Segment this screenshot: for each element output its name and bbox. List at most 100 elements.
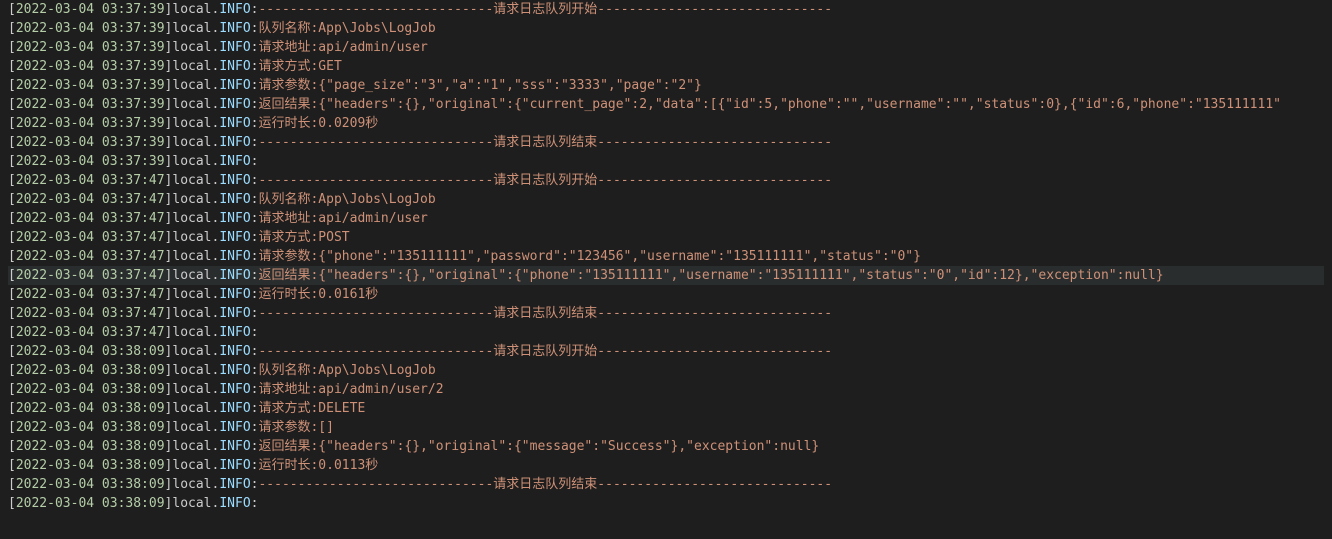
timestamp: 2022-03-04 03:37:47: [16, 228, 165, 247]
channel: local: [172, 323, 211, 342]
log-level: INFO: [219, 418, 250, 437]
bracket-close: ]: [165, 171, 173, 190]
dot-separator: .: [212, 380, 220, 399]
log-line[interactable]: [2022-03-04 03:37:39] local.INFO: 返回结果:{…: [8, 95, 1324, 114]
log-message: 队列名称:App\Jobs\LogJob: [258, 190, 435, 209]
colon-separator: :: [251, 304, 259, 323]
log-line[interactable]: [2022-03-04 03:38:09] local.INFO: 请求参数:[…: [8, 418, 1324, 437]
channel: local: [172, 304, 211, 323]
log-line[interactable]: [2022-03-04 03:37:47] local.INFO: 请求参数:{…: [8, 247, 1324, 266]
bracket-close: ]: [165, 133, 173, 152]
log-line[interactable]: [2022-03-04 03:37:39] local.INFO:: [8, 152, 1324, 171]
timestamp: 2022-03-04 03:37:47: [16, 266, 165, 285]
bracket-open: [: [8, 114, 16, 133]
log-message: 队列名称:App\Jobs\LogJob: [258, 361, 435, 380]
log-line[interactable]: [2022-03-04 03:38:09] local.INFO: 请求方式:D…: [8, 399, 1324, 418]
log-level: INFO: [219, 95, 250, 114]
log-line[interactable]: [2022-03-04 03:37:39] local.INFO: 队列名称:A…: [8, 19, 1324, 38]
channel: local: [172, 399, 211, 418]
bracket-open: [: [8, 456, 16, 475]
bracket-open: [: [8, 418, 16, 437]
dot-separator: .: [212, 399, 220, 418]
log-line[interactable]: [2022-03-04 03:38:09] local.INFO:: [8, 494, 1324, 513]
log-line[interactable]: [2022-03-04 03:38:09] local.INFO: 队列名称:A…: [8, 361, 1324, 380]
log-message: ------------------------------请求日志队列开始--…: [258, 342, 832, 361]
channel: local: [172, 361, 211, 380]
colon-separator: :: [251, 171, 259, 190]
log-level: INFO: [219, 323, 250, 342]
colon-separator: :: [251, 38, 259, 57]
log-level: INFO: [219, 247, 250, 266]
log-line[interactable]: [2022-03-04 03:37:39] local.INFO: ------…: [8, 133, 1324, 152]
dot-separator: .: [212, 0, 220, 19]
log-line[interactable]: [2022-03-04 03:37:39] local.INFO: 请求方式:G…: [8, 57, 1324, 76]
timestamp: 2022-03-04 03:37:39: [16, 133, 165, 152]
log-line[interactable]: [2022-03-04 03:37:47] local.INFO: 返回结果:{…: [8, 266, 1324, 285]
log-line[interactable]: [2022-03-04 03:38:09] local.INFO: 返回结果:{…: [8, 437, 1324, 456]
timestamp: 2022-03-04 03:38:09: [16, 361, 165, 380]
log-message: 返回结果:{"headers":{},"original":{"phone":"…: [258, 266, 1163, 285]
log-level: INFO: [219, 475, 250, 494]
log-line[interactable]: [2022-03-04 03:38:09] local.INFO: 请求地址:a…: [8, 380, 1324, 399]
log-level: INFO: [219, 399, 250, 418]
log-line[interactable]: [2022-03-04 03:37:39] local.INFO: 请求地址:a…: [8, 38, 1324, 57]
log-line[interactable]: [2022-03-04 03:38:09] local.INFO: ------…: [8, 342, 1324, 361]
log-line[interactable]: [2022-03-04 03:37:47] local.INFO: 运行时长:0…: [8, 285, 1324, 304]
log-line[interactable]: [2022-03-04 03:38:09] local.INFO: 运行时长:0…: [8, 456, 1324, 475]
channel: local: [172, 95, 211, 114]
bracket-open: [: [8, 133, 16, 152]
colon-separator: :: [251, 133, 259, 152]
colon-separator: :: [251, 342, 259, 361]
channel: local: [172, 266, 211, 285]
bracket-close: ]: [165, 342, 173, 361]
colon-separator: :: [251, 209, 259, 228]
log-message: 请求地址:api/admin/user: [258, 209, 427, 228]
dot-separator: .: [212, 228, 220, 247]
dot-separator: .: [212, 76, 220, 95]
bracket-open: [: [8, 247, 16, 266]
channel: local: [172, 247, 211, 266]
log-line[interactable]: [2022-03-04 03:37:47] local.INFO: ------…: [8, 304, 1324, 323]
bracket-close: ]: [165, 114, 173, 133]
log-line[interactable]: [2022-03-04 03:37:47] local.INFO: ------…: [8, 171, 1324, 190]
channel: local: [172, 342, 211, 361]
colon-separator: :: [251, 190, 259, 209]
colon-separator: :: [251, 494, 259, 513]
log-line[interactable]: [2022-03-04 03:37:47] local.INFO: 请求方式:P…: [8, 228, 1324, 247]
log-level: INFO: [219, 304, 250, 323]
bracket-open: [: [8, 266, 16, 285]
log-line[interactable]: [2022-03-04 03:37:39] local.INFO: 请求参数:{…: [8, 76, 1324, 95]
dot-separator: .: [212, 38, 220, 57]
channel: local: [172, 228, 211, 247]
bracket-close: ]: [165, 209, 173, 228]
timestamp: 2022-03-04 03:37:47: [16, 323, 165, 342]
bracket-close: ]: [165, 456, 173, 475]
dot-separator: .: [212, 19, 220, 38]
dot-separator: .: [212, 152, 220, 171]
log-message: 请求方式:GET: [258, 57, 341, 76]
log-line[interactable]: [2022-03-04 03:37:47] local.INFO: 队列名称:A…: [8, 190, 1324, 209]
channel: local: [172, 380, 211, 399]
bracket-open: [: [8, 342, 16, 361]
log-level: INFO: [219, 171, 250, 190]
log-line[interactable]: [2022-03-04 03:37:47] local.INFO: 请求地址:a…: [8, 209, 1324, 228]
log-message: 请求地址:api/admin/user/2: [258, 380, 443, 399]
colon-separator: :: [251, 76, 259, 95]
timestamp: 2022-03-04 03:38:09: [16, 418, 165, 437]
channel: local: [172, 285, 211, 304]
colon-separator: :: [251, 0, 259, 19]
log-level: INFO: [219, 152, 250, 171]
bracket-open: [: [8, 57, 16, 76]
log-message: ------------------------------请求日志队列开始--…: [258, 0, 832, 19]
timestamp: 2022-03-04 03:38:09: [16, 456, 165, 475]
log-line[interactable]: [2022-03-04 03:37:47] local.INFO:: [8, 323, 1324, 342]
log-viewer[interactable]: [2022-03-04 03:37:39] local.INFO: ------…: [0, 0, 1332, 513]
log-line[interactable]: [2022-03-04 03:37:39] local.INFO: ------…: [8, 0, 1324, 19]
log-line[interactable]: [2022-03-04 03:38:09] local.INFO: ------…: [8, 475, 1324, 494]
colon-separator: :: [251, 475, 259, 494]
channel: local: [172, 475, 211, 494]
log-level: INFO: [219, 494, 250, 513]
log-line[interactable]: [2022-03-04 03:37:39] local.INFO: 运行时长:0…: [8, 114, 1324, 133]
colon-separator: :: [251, 114, 259, 133]
channel: local: [172, 114, 211, 133]
